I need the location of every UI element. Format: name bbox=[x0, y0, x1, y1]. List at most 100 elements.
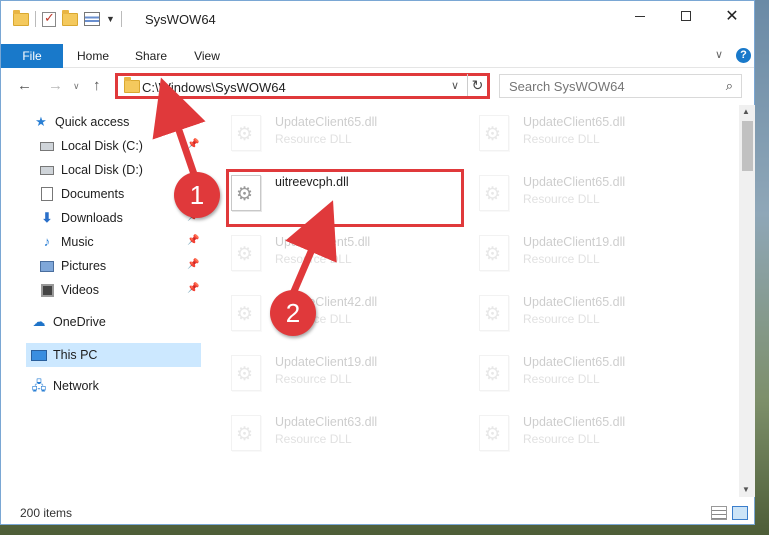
address-history-chevron-icon[interactable]: ∨ bbox=[451, 79, 459, 92]
nav-item-local-disk-c[interactable]: Local Disk (C:) bbox=[39, 135, 143, 157]
file-type: Resource DLL bbox=[523, 372, 600, 386]
file-type: Resource DLL bbox=[523, 252, 600, 266]
search-icon[interactable]: ⌕ bbox=[726, 78, 733, 94]
dll-file-icon bbox=[479, 115, 509, 151]
refresh-icon[interactable]: ↻ bbox=[467, 74, 487, 96]
file-type: Resource DLL bbox=[275, 252, 352, 266]
nav-item-label: Videos bbox=[61, 283, 99, 297]
forward-arrow-icon[interactable]: → bbox=[48, 77, 63, 94]
nav-item-onedrive[interactable]: ☁ OneDrive bbox=[31, 311, 106, 333]
file-item[interactable]: UpdateClient65.dll Resource DLL bbox=[459, 105, 699, 165]
properties-check-icon[interactable] bbox=[42, 10, 56, 27]
file-item[interactable]: UpdateClient5.dll Resource DLL bbox=[211, 225, 451, 285]
dll-file-icon bbox=[231, 115, 261, 151]
tab-home[interactable]: Home bbox=[71, 44, 115, 68]
pin-icon[interactable]: 📌 bbox=[187, 139, 199, 150]
file-name: UpdateClient19.dll bbox=[275, 355, 378, 369]
file-item[interactable]: UpdateClient65.dll Resource DLL bbox=[459, 405, 699, 465]
nav-item-documents[interactable]: Documents bbox=[39, 183, 124, 205]
documents-icon bbox=[39, 187, 55, 201]
address-bar[interactable]: C:\Windows\SysWOW64 ∨ ↻ bbox=[115, 73, 490, 99]
minimize-button[interactable] bbox=[617, 1, 663, 31]
file-type: Resource DLL bbox=[523, 312, 600, 326]
nav-item-this-pc[interactable]: This PC bbox=[31, 344, 97, 366]
up-arrow-icon[interactable]: ↑ bbox=[93, 77, 101, 94]
disk-icon bbox=[39, 139, 55, 153]
file-type: Resource DLL bbox=[523, 432, 600, 446]
file-item[interactable]: UpdateClient19.dll Resource DLL bbox=[211, 345, 451, 405]
nav-item-pictures[interactable]: Pictures bbox=[39, 255, 106, 277]
file-name: UpdateClient65.dll bbox=[523, 415, 626, 429]
pin-icon[interactable]: 📌 bbox=[187, 283, 199, 294]
file-item[interactable]: UpdateClient65.dll Resource DLL bbox=[211, 105, 451, 165]
pictures-icon bbox=[39, 259, 55, 273]
file-item-target[interactable]: uitreevcph.dll bbox=[211, 165, 451, 225]
window-title: SysWOW64 bbox=[145, 12, 216, 27]
nav-item-label: Downloads bbox=[61, 211, 123, 225]
maximize-button[interactable] bbox=[663, 1, 709, 31]
download-icon: ⬇ bbox=[41, 210, 53, 225]
file-name: UpdateClient65.dll bbox=[523, 355, 626, 369]
expand-ribbon-chevron-icon[interactable]: ∨ bbox=[715, 48, 723, 61]
nav-item-network[interactable]: 🖧 Network bbox=[31, 375, 99, 397]
onedrive-icon: ☁ bbox=[32, 314, 46, 329]
nav-item-label: Network bbox=[53, 379, 99, 393]
nav-item-downloads[interactable]: ⬇ Downloads bbox=[39, 207, 123, 229]
file-type: Resource DLL bbox=[275, 132, 352, 146]
vertical-scrollbar[interactable]: ▲ ▼ bbox=[739, 105, 755, 497]
file-name: UpdateClient19.dll bbox=[523, 235, 626, 249]
dll-file-icon bbox=[479, 175, 509, 211]
nav-item-local-disk-d[interactable]: Local Disk (D:) bbox=[39, 159, 143, 181]
tab-file[interactable]: File bbox=[1, 44, 63, 68]
file-name: UpdateClient65.dll bbox=[523, 295, 626, 309]
nav-item-label: Local Disk (C:) bbox=[61, 139, 143, 153]
pin-icon[interactable]: 📌 bbox=[187, 235, 199, 246]
file-name: UpdateClient63.dll bbox=[275, 415, 378, 429]
dll-file-icon bbox=[479, 295, 509, 331]
close-button[interactable]: ✕ bbox=[709, 1, 755, 31]
file-name: uitreevcph.dll bbox=[275, 175, 349, 189]
dll-file-icon bbox=[231, 235, 261, 271]
file-item[interactable]: UpdateClient65.dll Resource DLL bbox=[459, 165, 699, 225]
folder-icon[interactable] bbox=[13, 9, 29, 26]
nav-item-videos[interactable]: Videos bbox=[39, 279, 99, 301]
title-bar: ▼ SysWOW64 ✕ bbox=[1, 1, 754, 39]
details-view-icon[interactable] bbox=[711, 506, 727, 520]
file-type: Resource DLL bbox=[275, 372, 352, 386]
videos-icon bbox=[39, 283, 55, 297]
new-folder-icon[interactable] bbox=[62, 9, 78, 26]
pin-icon[interactable]: 📌 bbox=[187, 259, 199, 270]
nav-item-quick-access[interactable]: ★ Quick access bbox=[33, 111, 129, 133]
search-box[interactable]: ⌕ bbox=[499, 74, 742, 98]
file-item[interactable]: UpdateClient65.dll Resource DLL bbox=[459, 345, 699, 405]
scrollbar-thumb[interactable] bbox=[742, 121, 753, 171]
scroll-down-icon[interactable]: ▼ bbox=[742, 485, 750, 494]
recent-locations-chevron-icon[interactable]: ∨ bbox=[73, 81, 80, 92]
navigation-pane: ★ Quick access Local Disk (C:) 📌 Local D… bbox=[1, 105, 211, 497]
address-row: ← → ∨ ↑ C:\Windows\SysWOW64 ∨ ↻ ⌕ bbox=[1, 71, 754, 101]
file-item[interactable]: UpdateClient63.dll Resource DLL bbox=[211, 405, 451, 465]
file-item[interactable]: UpdateClient42.dll Resource DLL bbox=[211, 285, 451, 345]
scroll-up-icon[interactable]: ▲ bbox=[742, 107, 750, 116]
dll-file-icon bbox=[231, 295, 261, 331]
address-path[interactable]: C:\Windows\SysWOW64 bbox=[142, 80, 286, 95]
dll-file-icon bbox=[479, 355, 509, 391]
search-input[interactable] bbox=[500, 75, 700, 97]
large-icons-view-icon[interactable] bbox=[732, 506, 748, 520]
file-item[interactable]: UpdateClient65.dll Resource DLL bbox=[459, 285, 699, 345]
item-count: 200 items bbox=[20, 506, 73, 520]
nav-item-label: Quick access bbox=[55, 115, 130, 129]
step-2-badge: 2 bbox=[270, 290, 316, 336]
star-icon: ★ bbox=[35, 114, 47, 129]
properties-icon[interactable] bbox=[84, 12, 100, 26]
tab-share[interactable]: Share bbox=[129, 44, 173, 68]
tab-view[interactable]: View bbox=[185, 44, 229, 68]
back-arrow-icon[interactable]: ← bbox=[17, 77, 32, 94]
customize-toolbar-chevron-icon[interactable]: ▼ bbox=[106, 14, 115, 24]
nav-item-music[interactable]: ♪ Music bbox=[39, 231, 94, 253]
nav-item-label: This PC bbox=[53, 348, 98, 362]
nav-item-label: Local Disk (D:) bbox=[61, 163, 143, 177]
disk-icon bbox=[39, 163, 55, 177]
file-item[interactable]: UpdateClient19.dll Resource DLL bbox=[459, 225, 699, 285]
help-icon[interactable]: ? bbox=[736, 48, 751, 63]
